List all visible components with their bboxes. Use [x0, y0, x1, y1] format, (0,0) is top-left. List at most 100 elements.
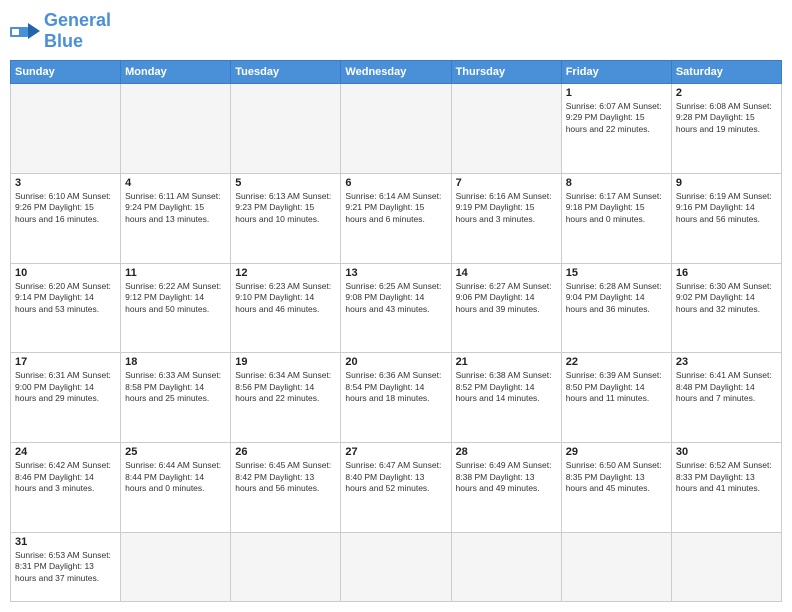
day-number: 25 — [125, 446, 226, 458]
day-number: 17 — [15, 356, 116, 368]
day-number: 4 — [125, 177, 226, 189]
calendar-cell: 3Sunrise: 6:10 AM Sunset: 9:26 PM Daylig… — [11, 173, 121, 263]
calendar-cell: 29 Sunrise: 6:50 AM Sunset: 8:35 PM Dayli… — [561, 443, 671, 533]
calendar-cell: 5 Sunrise: 6:13 AM Sunset: 9:23 PM Daylig… — [231, 173, 341, 263]
logo-text: GeneralBlue — [44, 10, 111, 52]
day-info: Sunrise: 6:17 AM Sunset: 9:18 PM Dayligh… — [566, 191, 667, 225]
day-info: Sunrise: 6:25 AM Sunset: 9:08 PM Dayligh… — [345, 281, 446, 315]
day-info: Sunrise: 6:22 AM Sunset: 9:12 PM Dayligh… — [125, 281, 226, 315]
logo: GeneralBlue — [10, 10, 111, 52]
day-info: Sunrise: 6:34 AM Sunset: 8:56 PM Dayligh… — [235, 370, 336, 404]
day-info: Sunrise: 6:28 AM Sunset: 9:04 PM Dayligh… — [566, 281, 667, 315]
calendar-cell: 18 Sunrise: 6:33 AM Sunset: 8:58 PM Dayli… — [121, 353, 231, 443]
day-number: 16 — [676, 267, 777, 279]
day-number: 29 — [566, 446, 667, 458]
day-info: Sunrise: 6:44 AM Sunset: 8:44 PM Dayligh… — [125, 460, 226, 494]
calendar-cell: 21 Sunrise: 6:38 AM Sunset: 8:52 PM Dayli… — [451, 353, 561, 443]
weekday-saturday: Saturday — [671, 61, 781, 84]
day-info: Sunrise: 6:07 AM Sunset: 9:29 PM Dayligh… — [566, 101, 667, 135]
day-number: 5 — [235, 177, 336, 189]
week-row-6: 31Sunrise: 6:53 AM Sunset: 8:31 PM Dayli… — [11, 532, 782, 601]
day-info: Sunrise: 6:14 AM Sunset: 9:21 PM Dayligh… — [345, 191, 446, 225]
calendar-cell: 13 Sunrise: 6:25 AM Sunset: 9:08 PM Dayli… — [341, 263, 451, 353]
weekday-friday: Friday — [561, 61, 671, 84]
calendar-cell: 4 Sunrise: 6:11 AM Sunset: 9:24 PM Daylig… — [121, 173, 231, 263]
day-number: 23 — [676, 356, 777, 368]
calendar-cell: 24 Sunrise: 6:42 AM Sunset: 8:46 PM Dayli… — [11, 443, 121, 533]
logo-icon — [10, 19, 40, 43]
day-info: Sunrise: 6:41 AM Sunset: 8:48 PM Dayligh… — [676, 370, 777, 404]
day-info: Sunrise: 6:42 AM Sunset: 8:46 PM Dayligh… — [15, 460, 116, 494]
week-row-4: 17 Sunrise: 6:31 AM Sunset: 9:00 PM Dayli… — [11, 353, 782, 443]
day-number: 18 — [125, 356, 226, 368]
calendar-cell — [451, 532, 561, 601]
day-number: 21 — [456, 356, 557, 368]
calendar-cell: 28Sunrise: 6:49 AM Sunset: 8:38 PM Dayli… — [451, 443, 561, 533]
calendar-cell — [11, 84, 121, 174]
week-row-5: 24 Sunrise: 6:42 AM Sunset: 8:46 PM Dayli… — [11, 443, 782, 533]
day-info: Sunrise: 6:33 AM Sunset: 8:58 PM Dayligh… — [125, 370, 226, 404]
day-info: Sunrise: 6:19 AM Sunset: 9:16 PM Dayligh… — [676, 191, 777, 225]
header: GeneralBlue — [10, 10, 782, 52]
day-info: Sunrise: 6:08 AM Sunset: 9:28 PM Dayligh… — [676, 101, 777, 135]
day-number: 30 — [676, 446, 777, 458]
calendar-cell — [561, 532, 671, 601]
calendar-cell — [231, 532, 341, 601]
day-number: 24 — [15, 446, 116, 458]
day-number: 7 — [456, 177, 557, 189]
calendar-cell: 30 Sunrise: 6:52 AM Sunset: 8:33 PM Dayli… — [671, 443, 781, 533]
weekday-monday: Monday — [121, 61, 231, 84]
weekday-tuesday: Tuesday — [231, 61, 341, 84]
day-info: Sunrise: 6:23 AM Sunset: 9:10 PM Dayligh… — [235, 281, 336, 315]
day-info: Sunrise: 6:20 AM Sunset: 9:14 PM Dayligh… — [15, 281, 116, 315]
calendar-cell: 10 Sunrise: 6:20 AM Sunset: 9:14 PM Dayli… — [11, 263, 121, 353]
calendar-cell — [341, 532, 451, 601]
calendar-cell: 27 Sunrise: 6:47 AM Sunset: 8:40 PM Dayli… — [341, 443, 451, 533]
day-info: Sunrise: 6:31 AM Sunset: 9:00 PM Dayligh… — [15, 370, 116, 404]
weekday-thursday: Thursday — [451, 61, 561, 84]
day-number: 3 — [15, 177, 116, 189]
calendar-cell: 23 Sunrise: 6:41 AM Sunset: 8:48 PM Dayli… — [671, 353, 781, 443]
page: GeneralBlue SundayMondayTuesdayWednesday… — [0, 0, 792, 612]
day-info: Sunrise: 6:38 AM Sunset: 8:52 PM Dayligh… — [456, 370, 557, 404]
day-number: 11 — [125, 267, 226, 279]
week-row-1: 1Sunrise: 6:07 AM Sunset: 9:29 PM Daylig… — [11, 84, 782, 174]
day-number: 26 — [235, 446, 336, 458]
day-info: Sunrise: 6:47 AM Sunset: 8:40 PM Dayligh… — [345, 460, 446, 494]
day-info: Sunrise: 6:13 AM Sunset: 9:23 PM Dayligh… — [235, 191, 336, 225]
calendar-cell: 7Sunrise: 6:16 AM Sunset: 9:19 PM Daylig… — [451, 173, 561, 263]
calendar-cell: 26 Sunrise: 6:45 AM Sunset: 8:42 PM Dayli… — [231, 443, 341, 533]
day-number: 8 — [566, 177, 667, 189]
day-info: Sunrise: 6:36 AM Sunset: 8:54 PM Dayligh… — [345, 370, 446, 404]
calendar-cell: 19Sunrise: 6:34 AM Sunset: 8:56 PM Dayli… — [231, 353, 341, 443]
calendar-cell — [451, 84, 561, 174]
weekday-header-row: SundayMondayTuesdayWednesdayThursdayFrid… — [11, 61, 782, 84]
calendar-cell — [671, 532, 781, 601]
calendar-cell: 12Sunrise: 6:23 AM Sunset: 9:10 PM Dayli… — [231, 263, 341, 353]
day-number: 13 — [345, 267, 446, 279]
calendar-cell: 2Sunrise: 6:08 AM Sunset: 9:28 PM Daylig… — [671, 84, 781, 174]
calendar-cell: 1Sunrise: 6:07 AM Sunset: 9:29 PM Daylig… — [561, 84, 671, 174]
calendar: SundayMondayTuesdayWednesdayThursdayFrid… — [10, 60, 782, 602]
day-info: Sunrise: 6:11 AM Sunset: 9:24 PM Dayligh… — [125, 191, 226, 225]
day-info: Sunrise: 6:27 AM Sunset: 9:06 PM Dayligh… — [456, 281, 557, 315]
calendar-cell — [231, 84, 341, 174]
day-info: Sunrise: 6:50 AM Sunset: 8:35 PM Dayligh… — [566, 460, 667, 494]
day-number: 31 — [15, 536, 116, 548]
calendar-cell — [341, 84, 451, 174]
day-info: Sunrise: 6:52 AM Sunset: 8:33 PM Dayligh… — [676, 460, 777, 494]
calendar-cell: 6 Sunrise: 6:14 AM Sunset: 9:21 PM Daylig… — [341, 173, 451, 263]
week-row-3: 10 Sunrise: 6:20 AM Sunset: 9:14 PM Dayli… — [11, 263, 782, 353]
day-number: 10 — [15, 267, 116, 279]
calendar-cell: 8 Sunrise: 6:17 AM Sunset: 9:18 PM Daylig… — [561, 173, 671, 263]
calendar-cell: 11 Sunrise: 6:22 AM Sunset: 9:12 PM Dayli… — [121, 263, 231, 353]
calendar-cell: 14 Sunrise: 6:27 AM Sunset: 9:06 PM Dayli… — [451, 263, 561, 353]
calendar-cell: 15Sunrise: 6:28 AM Sunset: 9:04 PM Dayli… — [561, 263, 671, 353]
day-number: 6 — [345, 177, 446, 189]
day-number: 28 — [456, 446, 557, 458]
day-number: 22 — [566, 356, 667, 368]
calendar-cell: 31Sunrise: 6:53 AM Sunset: 8:31 PM Dayli… — [11, 532, 121, 601]
day-info: Sunrise: 6:45 AM Sunset: 8:42 PM Dayligh… — [235, 460, 336, 494]
day-number: 14 — [456, 267, 557, 279]
day-number: 27 — [345, 446, 446, 458]
